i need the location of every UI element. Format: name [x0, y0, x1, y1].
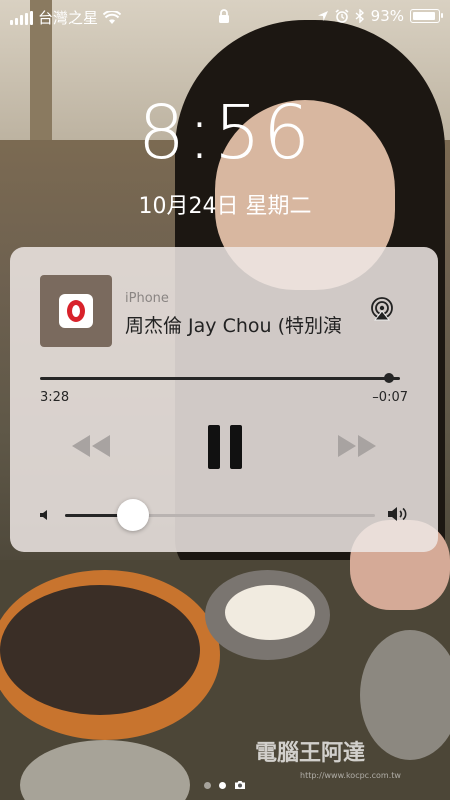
lock-icon [219, 9, 229, 23]
now-playing-widget: iPhone 周杰倫 Jay Chou (特別演 3:28 –0:07 [10, 247, 438, 552]
fast-forward-icon[interactable] [336, 433, 378, 459]
watermark-logo: 電腦王阿達 [255, 735, 365, 767]
playback-scrubber[interactable] [384, 373, 395, 383]
battery-icon [410, 9, 443, 23]
page-indicator[interactable] [0, 780, 450, 790]
camera-icon[interactable] [234, 780, 246, 790]
track-title: 周杰倫 Jay Chou (特別演 [125, 315, 342, 337]
playback-progress-bar[interactable] [40, 377, 400, 380]
battery-percent: 93% [370, 7, 404, 25]
remaining-time: –0:07 [372, 390, 408, 405]
location-icon [317, 11, 328, 21]
pause-icon[interactable] [208, 425, 242, 469]
wifi-icon [103, 10, 122, 24]
page-dot[interactable] [204, 781, 211, 789]
page-dot-active[interactable] [219, 781, 226, 789]
watermark-text: 電腦王阿達 [255, 741, 366, 766]
volume-slider-knob[interactable] [117, 499, 150, 531]
alarm-icon [335, 9, 349, 23]
status-bar: 台灣之星 93% [0, 0, 450, 34]
album-artwork[interactable] [40, 275, 112, 347]
signal-bars-icon [10, 10, 33, 25]
lockscreen-time: 8:56 [137, 90, 313, 176]
watermark-url: http://www.kocpc.com.tw [300, 771, 401, 780]
carrier-name: 台灣之星 [38, 9, 99, 27]
opera-icon [59, 294, 93, 328]
playback-source: iPhone [125, 291, 169, 306]
lockscreen-date: 10月24日 星期二 [138, 194, 312, 219]
elapsed-time: 3:28 [40, 390, 70, 405]
bluetooth-icon [355, 9, 364, 23]
rewind-icon[interactable] [70, 433, 112, 459]
volume-high-icon [388, 507, 407, 521]
airplay-icon[interactable] [370, 297, 394, 321]
volume-low-icon [40, 510, 47, 520]
